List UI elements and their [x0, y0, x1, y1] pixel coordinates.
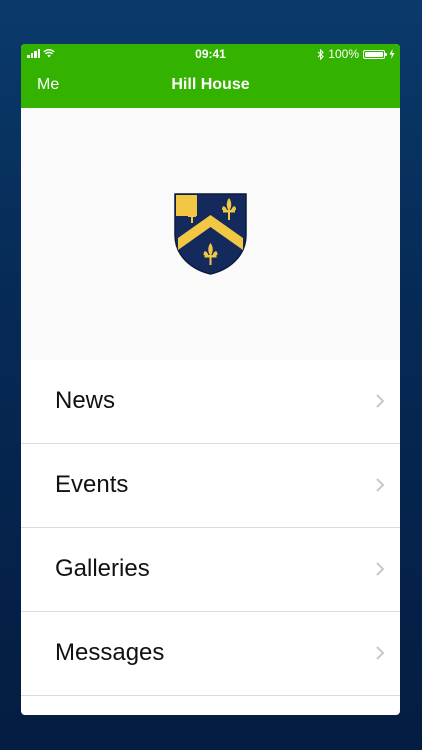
- page-title: Hill House: [171, 76, 250, 93]
- navigation-bar: Me Hill House: [21, 64, 400, 108]
- charging-icon: [389, 49, 395, 59]
- bluetooth-icon: [317, 48, 325, 60]
- battery-percent: 100%: [328, 47, 359, 61]
- school-crest-icon: [174, 193, 247, 275]
- hero-banner: [21, 108, 400, 360]
- menu-list: News Events Galleries Messages: [21, 360, 400, 696]
- chevron-right-icon: [376, 562, 385, 576]
- status-bar: 09:41 100%: [21, 44, 400, 64]
- chevron-right-icon: [376, 394, 385, 408]
- chevron-right-icon: [376, 478, 385, 492]
- app-screen: 09:41 100% Me Hill House News Events Gal…: [21, 44, 400, 715]
- chevron-right-icon: [376, 646, 385, 660]
- battery-fill: [365, 51, 383, 57]
- menu-item-galleries[interactable]: Galleries: [21, 528, 400, 612]
- menu-item-events[interactable]: Events: [21, 444, 400, 528]
- menu-item-messages[interactable]: Messages: [21, 612, 400, 696]
- status-right: 100%: [317, 47, 395, 61]
- battery-icon: [363, 49, 387, 59]
- menu-item-news[interactable]: News: [21, 360, 400, 444]
- menu-item-label: Galleries: [55, 555, 150, 582]
- menu-item-label: News: [55, 387, 116, 414]
- menu-item-label: Messages: [55, 639, 165, 666]
- menu-item-label: Events: [55, 471, 129, 498]
